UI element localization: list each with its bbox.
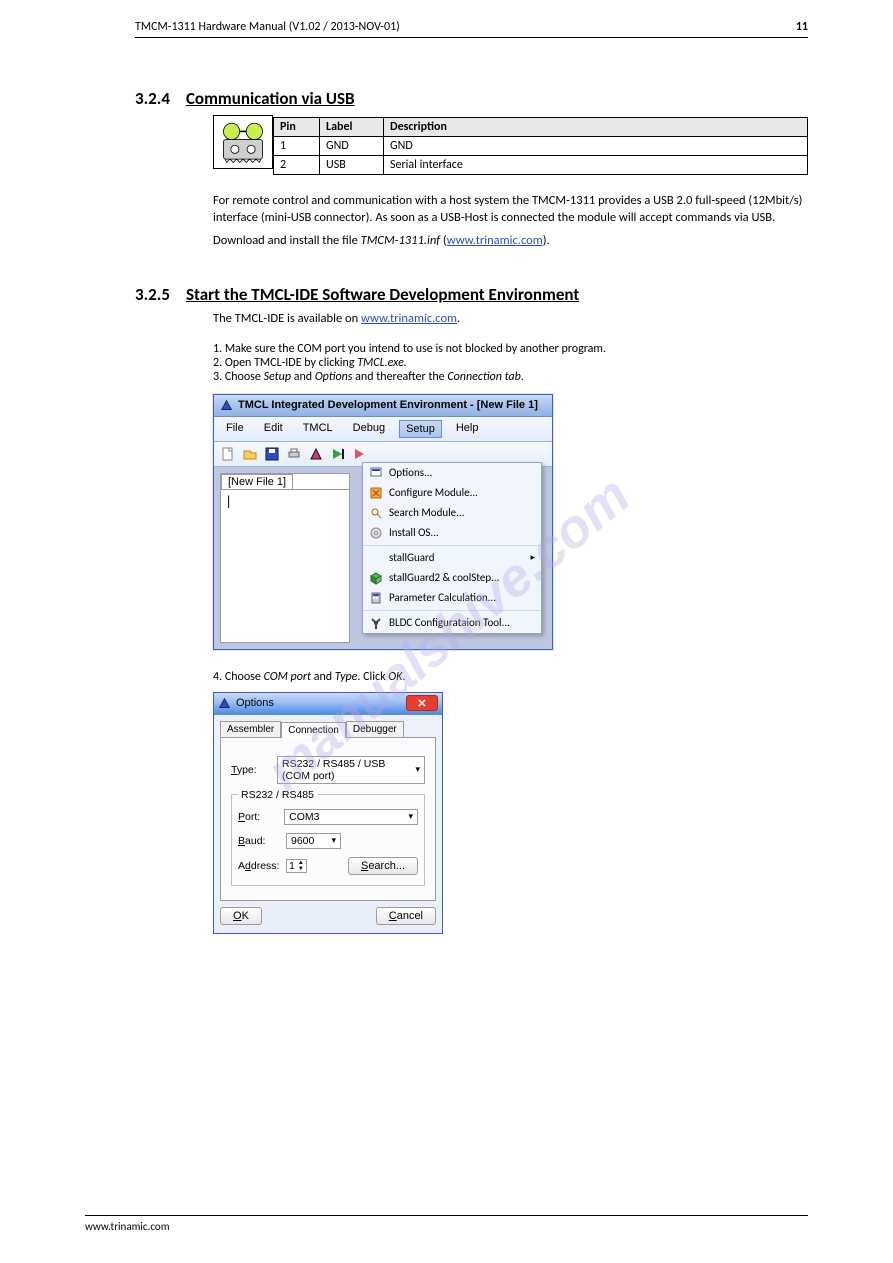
header-right: 11: [796, 20, 808, 34]
editor-area[interactable]: |: [221, 490, 349, 512]
address-spin[interactable]: 1 ▲▼: [286, 859, 307, 873]
new-icon[interactable]: [220, 446, 236, 462]
cd-icon: [369, 526, 383, 540]
menubar[interactable]: File Edit TMCL Debug Setup Help: [214, 417, 552, 442]
port-label: Port:: [238, 811, 276, 823]
paragraph-usb: For remote control and communication wit…: [213, 193, 808, 227]
run-icon[interactable]: [352, 446, 368, 462]
download-icon[interactable]: [330, 446, 346, 462]
step3: 3. Choose Setup and Options and thereaft…: [213, 370, 808, 384]
menu-install-os[interactable]: Install OS...: [363, 523, 541, 543]
app-icon: [220, 399, 233, 412]
trinamic-link[interactable]: www.trinamic.com: [447, 233, 543, 248]
footer-left: www.trinamic.com: [85, 1220, 170, 1233]
menu-configure-module[interactable]: Configure Module...: [363, 483, 541, 503]
menu-help[interactable]: Help: [450, 420, 485, 438]
baud-label: Baud:: [238, 835, 278, 847]
tab-assembler[interactable]: Assembler: [220, 721, 281, 737]
page-header: TMCM-1311 Hardware Manual (V1.02 / 2013-…: [135, 20, 808, 38]
close-icon[interactable]: ✕: [406, 695, 438, 711]
dialog-title: Options: [236, 697, 274, 709]
th-pin: Pin: [274, 118, 320, 137]
menu-bldc-config[interactable]: BLDC Configurataion Tool...: [363, 613, 541, 633]
th-label: Label: [320, 118, 384, 137]
address-label: Address:: [238, 860, 278, 872]
step2: 2. Open TMCL-IDE by clicking TMCL.exe.: [213, 356, 808, 370]
th-desc: Description: [384, 118, 808, 137]
assemble-icon[interactable]: [308, 446, 324, 462]
search-button[interactable]: Search...: [348, 857, 418, 875]
trinamic-link-2[interactable]: www.trinamic.com: [361, 311, 457, 326]
baud-select[interactable]: 9600: [286, 833, 341, 849]
menu-edit[interactable]: Edit: [258, 420, 289, 438]
spin-arrows[interactable]: ▲▼: [298, 860, 304, 872]
table-row: 1 GND GND: [274, 137, 808, 156]
step1: 1. Make sure the COM port you intend to …: [213, 342, 808, 356]
setup-menu-dropdown[interactable]: Options... Configure Module... Search Mo…: [362, 462, 542, 634]
ide-title: TMCL Integrated Development Environment …: [238, 399, 538, 411]
print-icon[interactable]: [286, 446, 302, 462]
paragraph-download: Download and install the file TMCM-1311.…: [213, 233, 808, 250]
fan-icon: [369, 616, 383, 630]
menu-setup[interactable]: Setup: [399, 420, 442, 438]
open-icon[interactable]: [242, 446, 258, 462]
group-label: RS232 / RS485: [238, 789, 317, 801]
table-row: 2 USB Serial interface: [274, 156, 808, 175]
configure-icon: [369, 486, 383, 500]
page-footer: www.trinamic.com: [85, 1215, 808, 1233]
sec-title-2: Start the TMCL-IDE Software Development …: [186, 284, 579, 305]
sec-num-2: 3.2.5: [135, 284, 170, 305]
cube-icon: [369, 571, 383, 585]
type-label: Type:: [231, 764, 269, 776]
menu-file[interactable]: File: [220, 420, 250, 438]
menu-options[interactable]: Options...: [363, 463, 541, 483]
menu-tmcl[interactable]: TMCL: [297, 420, 339, 438]
sec-title: Communication via USB: [186, 88, 355, 109]
tab-debugger[interactable]: Debugger: [346, 721, 404, 737]
usb-connector-icon: [213, 115, 273, 169]
options-dialog: Options ✕ Assembler Connection Debugger …: [213, 692, 443, 934]
save-icon[interactable]: [264, 446, 280, 462]
menu-stallguard[interactable]: stallGuard: [363, 548, 541, 568]
app-icon: [218, 697, 231, 710]
search-icon: [369, 506, 383, 520]
cancel-button[interactable]: Cancel: [376, 907, 436, 925]
menu-sg2-coolstep[interactable]: stallGuard2 & coolStep...: [363, 568, 541, 588]
menu-search-module[interactable]: Search Module...: [363, 503, 541, 523]
dialog-tabs[interactable]: Assembler Connection Debugger: [214, 715, 442, 737]
menu-debug[interactable]: Debug: [347, 420, 391, 438]
options-icon: [369, 466, 383, 480]
pin-table: Pin Label Description 1 GND GND 2 USB Se…: [273, 117, 808, 175]
editor-tab[interactable]: [New File 1]: [221, 474, 293, 489]
step4: 4. Choose COM port and Type. Click OK.: [213, 670, 808, 684]
ok-button[interactable]: OK: [220, 907, 262, 925]
port-select[interactable]: COM3: [284, 809, 418, 825]
menu-parameter-calc[interactable]: Parameter Calculation...: [363, 588, 541, 608]
tab-connection[interactable]: Connection: [281, 722, 346, 738]
calculator-icon: [369, 591, 383, 605]
type-select[interactable]: RS232 / RS485 / USB (COM port): [277, 756, 425, 784]
editor-tabs[interactable]: [New File 1] |: [220, 473, 350, 643]
intro: The TMCL-IDE is available on www.trinami…: [213, 311, 808, 328]
header-left: TMCM-1311 Hardware Manual (V1.02 / 2013-…: [135, 20, 400, 34]
sec-num: 3.2.4: [135, 88, 170, 109]
